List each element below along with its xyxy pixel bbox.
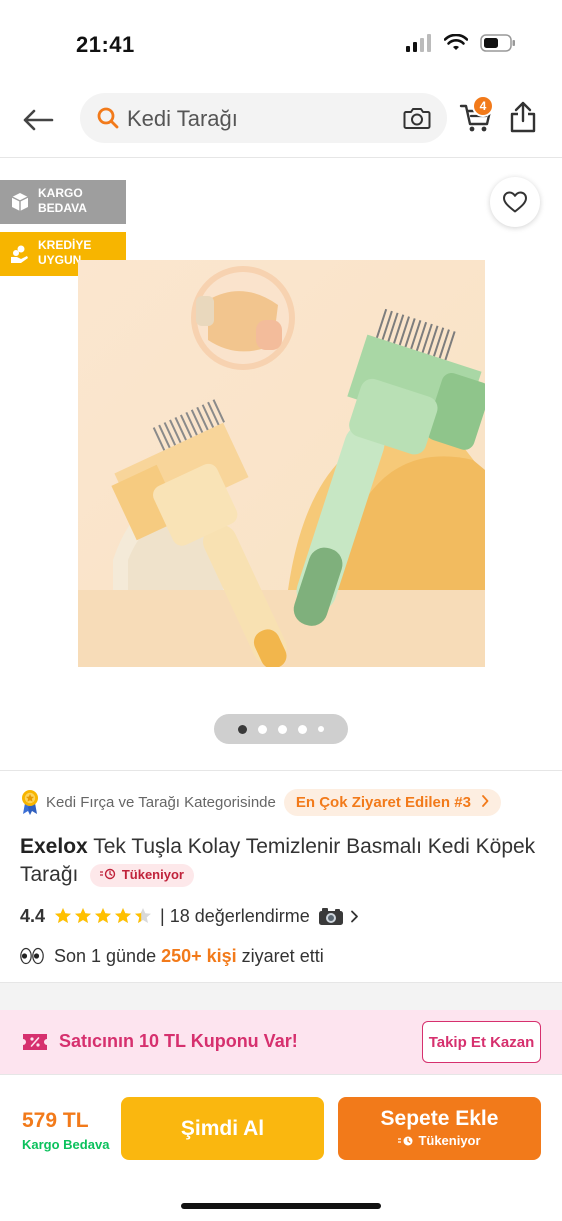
category-ranking-row[interactable]: Kedi Fırça ve Tarağı Kategorisinde En Ço… <box>20 788 550 816</box>
pagination-dot-4[interactable] <box>298 724 307 734</box>
status-time: 21:41 <box>76 32 135 57</box>
top-navigation: Kedi Tarağı 4 <box>0 90 562 158</box>
camera-photo-icon <box>318 908 343 925</box>
product-brand[interactable]: Exelox <box>20 835 88 858</box>
heart-icon <box>503 191 527 213</box>
free-shipping-badge: KARGO BEDAVA <box>0 180 126 224</box>
search-input[interactable]: Kedi Tarağı <box>127 106 238 132</box>
coupon-ticket-icon <box>23 1034 47 1050</box>
visitor-count-row: Son 1 günde 250+ kişi ziyaret etti <box>20 942 324 970</box>
visitor-suffix: ziyaret etti <box>241 945 324 966</box>
star-icon <box>135 908 152 923</box>
eyes-icon <box>20 947 44 965</box>
product-price: 579 TL <box>22 1109 89 1132</box>
product-photo <box>78 260 491 669</box>
rating-row[interactable]: 4.4 | 18 değerlendirme <box>20 902 359 930</box>
star-icon <box>75 908 92 923</box>
search-bar[interactable]: Kedi Tarağı <box>80 93 447 143</box>
wifi-icon <box>444 34 468 50</box>
category-text: Kedi Fırça ve Tarağı Kategorisinde <box>46 793 276 811</box>
battery-icon <box>480 34 515 52</box>
review-count[interactable]: | 18 değerlendirme <box>160 906 310 927</box>
favorite-button[interactable] <box>490 177 540 227</box>
search-icon <box>97 107 119 129</box>
clock-fast-icon <box>100 868 116 880</box>
buy-now-button[interactable]: Şimdi Al <box>121 1097 324 1160</box>
add-to-cart-label: Sepete Ekle <box>380 1107 499 1130</box>
pagination-dot-5[interactable] <box>318 726 324 732</box>
low-stock-label: Tükeniyor <box>121 867 184 882</box>
credit-eligible-line-1: KREDİYE <box>38 238 92 252</box>
image-pagination[interactable] <box>214 714 348 744</box>
chevron-right-icon <box>482 794 489 807</box>
most-visited-chip[interactable]: En Çok Ziyaret Edilen #3 <box>283 788 502 816</box>
most-visited-label: En Çok Ziyaret Edilen #3 <box>295 793 471 811</box>
add-to-cart-button[interactable]: Sepete Ekle Tükeniyor <box>338 1097 541 1160</box>
share-icon <box>510 101 536 133</box>
low-stock-chip: Tükeniyor <box>90 864 194 887</box>
free-shipping-line-1: KARGO <box>38 186 83 200</box>
clock-fast-icon <box>398 1136 413 1145</box>
visitor-prefix: Son 1 günde <box>54 945 157 966</box>
rating-stars <box>54 907 152 925</box>
add-to-cart-stock: Tükeniyor <box>338 1133 541 1148</box>
divider <box>0 770 562 771</box>
free-shipping-line-2: BEDAVA <box>38 201 87 215</box>
home-indicator <box>181 1203 381 1209</box>
medal-icon <box>22 790 38 815</box>
star-icon <box>115 908 132 923</box>
star-icon <box>95 908 112 923</box>
visitor-count: 250+ kişi <box>161 945 237 966</box>
chevron-right-icon <box>350 910 358 922</box>
star-icon <box>55 908 72 923</box>
rating-score: 4.4 <box>20 905 46 926</box>
cart-count-badge: 4 <box>472 95 494 117</box>
free-shipping-label: Kargo Bedava <box>22 1137 110 1152</box>
package-icon <box>11 193 29 211</box>
status-icons <box>406 34 516 52</box>
add-to-cart-stock-label: Tükeniyor <box>418 1133 481 1148</box>
share-button[interactable] <box>508 100 538 136</box>
section-separator <box>0 982 562 1010</box>
back-button[interactable] <box>20 102 56 138</box>
follow-and-earn-button[interactable]: Takip Et Kazan <box>422 1021 541 1063</box>
coupon-text: Satıcının 10 TL Kuponu Var! <box>59 1031 298 1051</box>
product-image[interactable] <box>78 260 491 669</box>
status-bar: 21:41 <box>0 0 562 90</box>
cellular-signal-icon <box>406 34 431 52</box>
pagination-dot-2[interactable] <box>258 724 267 734</box>
seller-coupon-bar: Satıcının 10 TL Kuponu Var! Takip Et Kaz… <box>0 1010 562 1074</box>
arrow-left-icon <box>23 109 54 131</box>
coins-hand-icon <box>11 245 28 263</box>
product-title: Exelox Tek Tuşla Kolay Temizlenir Basmal… <box>20 833 540 889</box>
bottom-purchase-bar: 579 TL Kargo Bedava Şimdi Al Sepete Ekle… <box>0 1074 562 1221</box>
camera-search-icon[interactable] <box>403 105 431 131</box>
pagination-dot-1[interactable] <box>238 724 247 734</box>
pagination-dot-3[interactable] <box>278 724 287 734</box>
